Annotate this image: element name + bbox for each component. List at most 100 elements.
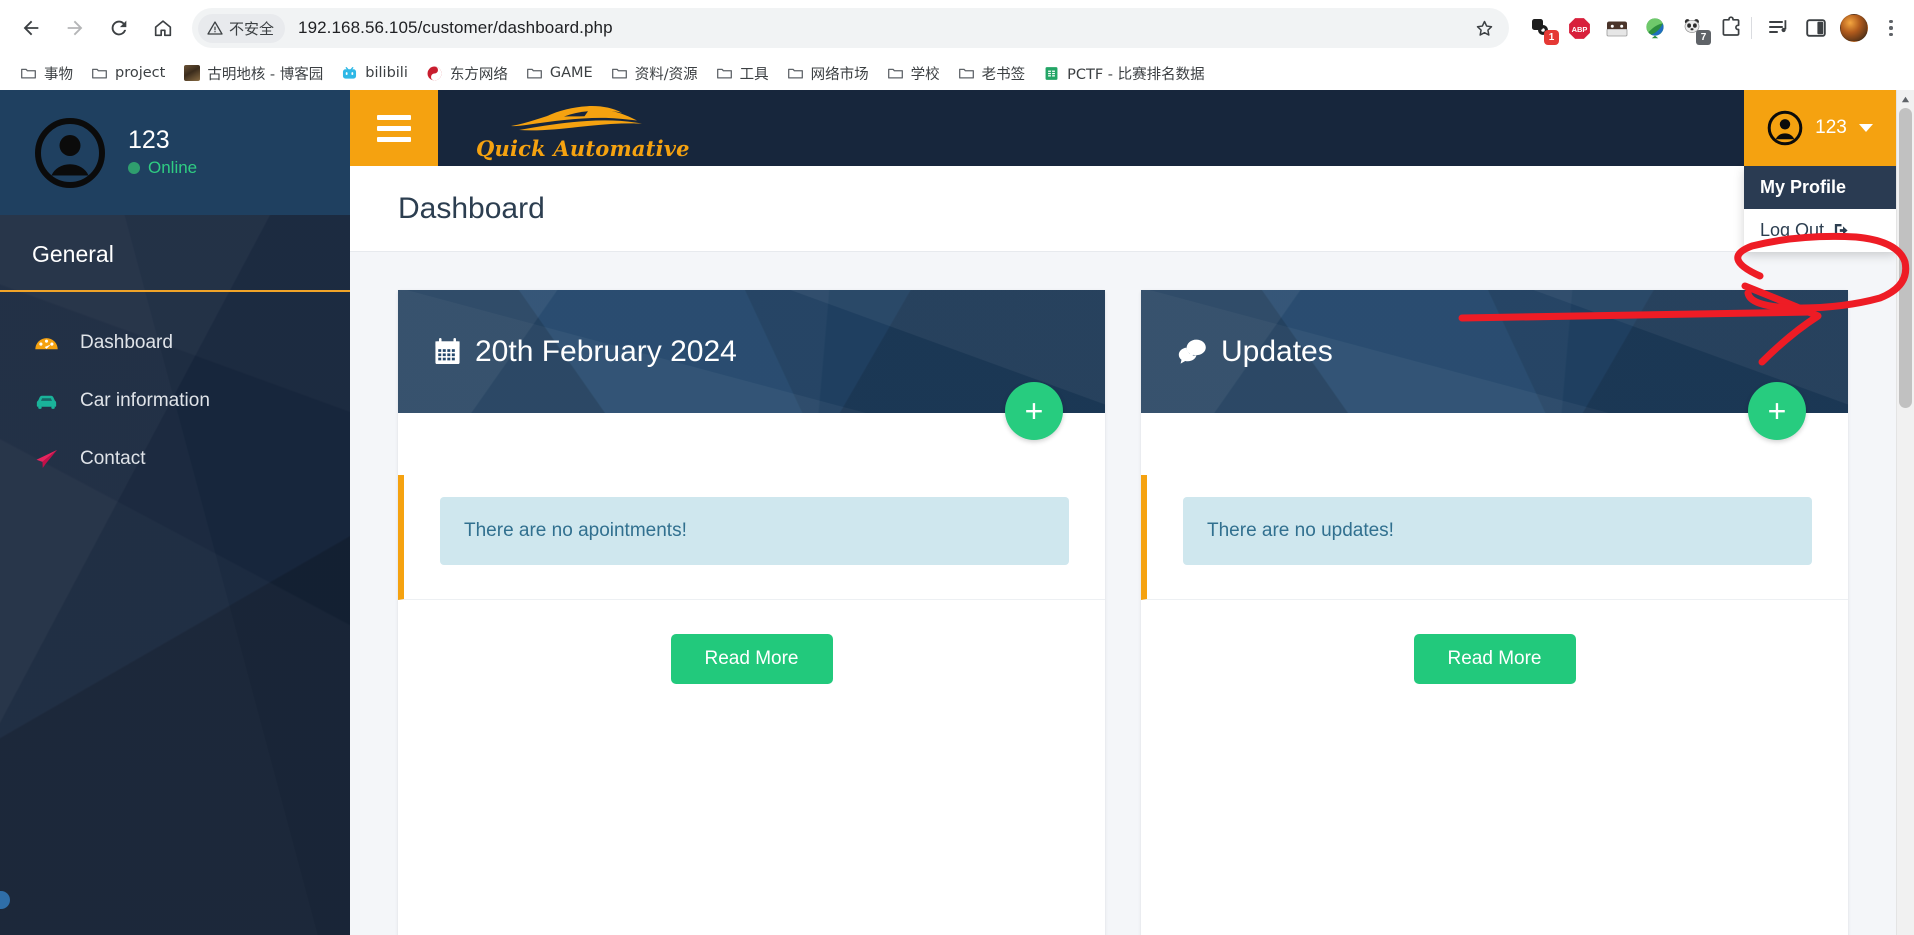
sidebar-menu: Dashboard Car information: [0, 292, 350, 488]
site-security-chip[interactable]: 不安全: [198, 14, 285, 43]
sidebar-item-car-information[interactable]: Car information: [0, 372, 350, 430]
tachometer-icon: [32, 329, 60, 357]
bookmark-item[interactable]: 事物: [12, 59, 81, 88]
add-update-button[interactable]: +: [1748, 382, 1806, 440]
security-label: 不安全: [229, 18, 274, 39]
reload-icon: [108, 17, 130, 39]
bookmark-item[interactable]: 网络市场: [779, 59, 877, 88]
sidebar-item-label: Dashboard: [80, 332, 173, 354]
sidebar-user-status-label: Online: [148, 158, 197, 178]
menu-item-log-out[interactable]: Log Out: [1744, 209, 1896, 252]
star-icon: [1474, 18, 1495, 39]
bookmark-item[interactable]: PCTF - 比赛排名数据: [1035, 59, 1213, 88]
add-appointment-button[interactable]: +: [1005, 382, 1063, 440]
home-button[interactable]: [142, 7, 184, 49]
card-title-text: Updates: [1221, 335, 1333, 369]
card-footer: Read More: [1141, 600, 1848, 724]
sidebar-user-panel[interactable]: 123 Online: [0, 90, 350, 215]
incognito-mask-icon[interactable]: [1603, 14, 1631, 42]
folder-icon: [958, 65, 975, 82]
page-title: Dashboard: [398, 192, 545, 226]
bookmark-item[interactable]: 老书签: [950, 59, 1034, 88]
sidebar-item-label: Car information: [80, 390, 210, 412]
empty-updates-alert: There are no updates!: [1183, 497, 1812, 565]
side-panel-icon[interactable]: [1802, 14, 1830, 42]
user-dropdown-menu: My Profile Log Out: [1744, 166, 1896, 252]
menu-item-my-profile[interactable]: My Profile: [1744, 166, 1896, 209]
bookmark-label: PCTF - 比赛排名数据: [1067, 63, 1205, 84]
bookmark-item[interactable]: 东方网络: [418, 59, 516, 88]
plus-icon: +: [1025, 395, 1044, 427]
folder-icon: [20, 65, 37, 82]
adblock-octagon-icon: ABP: [1567, 16, 1592, 41]
card-footer: Read More: [398, 600, 1105, 724]
clipboard-extension-icon[interactable]: 1: [1527, 14, 1555, 42]
internet-download-manager-icon[interactable]: [1641, 14, 1669, 42]
extensions-area: 1 ABP: [1521, 14, 1745, 42]
bookmark-item[interactable]: 古明地核 - 博客园: [175, 59, 331, 88]
adblock-plus-icon[interactable]: ABP: [1565, 14, 1593, 42]
sidebar-user-status: Online: [128, 158, 197, 178]
read-more-button[interactable]: Read More: [1414, 634, 1576, 684]
bookmark-label: 老书签: [982, 63, 1026, 84]
card-header: Updates: [1141, 290, 1848, 413]
toolbar-divider: [1751, 17, 1752, 39]
extension-badge: 1: [1544, 30, 1559, 45]
sidebar-toggle-button[interactable]: [350, 90, 438, 166]
avatar: [34, 117, 106, 189]
user-menu-button[interactable]: 123: [1744, 90, 1896, 166]
svg-text:ABP: ABP: [1571, 25, 1587, 34]
sidebar-section-title: General: [32, 241, 350, 268]
url-text[interactable]: 192.168.56.105/customer/dashboard.php: [285, 18, 1467, 38]
reload-button[interactable]: [98, 7, 140, 49]
bookmark-item[interactable]: project: [83, 61, 173, 86]
folder-icon: [611, 65, 628, 82]
profile-avatar-icon[interactable]: [1840, 14, 1868, 42]
card-body: There are no updates!: [1141, 475, 1848, 600]
idm-globe-icon: [1643, 16, 1667, 40]
bookmark-item[interactable]: 工具: [708, 59, 777, 88]
sign-out-icon: [1832, 221, 1851, 240]
bookmark-label: GAME: [550, 65, 593, 81]
address-bar[interactable]: 不安全 192.168.56.105/customer/dashboard.ph…: [192, 8, 1509, 48]
forward-button[interactable]: [54, 7, 96, 49]
folder-icon: [716, 65, 733, 82]
folder-icon: [526, 65, 543, 82]
card-title: Updates: [1177, 335, 1333, 369]
bookmark-item[interactable]: 资料/资源: [603, 59, 706, 88]
calendar-icon: [434, 337, 461, 366]
menu-item-label: My Profile: [1760, 177, 1846, 198]
bookmark-item[interactable]: GAME: [518, 61, 601, 86]
panda-helper-icon[interactable]: 7: [1679, 14, 1707, 42]
bookmark-item[interactable]: 学校: [879, 59, 948, 88]
user-circle-icon: [1767, 110, 1803, 146]
updates-card: Updates + There are no updates! Read Mor…: [1141, 290, 1848, 935]
scroll-up-button[interactable]: [1897, 90, 1914, 108]
appointments-card: 20th February 2024 + There are no apoint…: [398, 290, 1105, 935]
folder-icon: [91, 65, 108, 82]
brand-name: Quick Automative: [476, 136, 690, 161]
home-icon: [152, 17, 174, 39]
sidebar-item-contact[interactable]: Contact: [0, 430, 350, 488]
brand-logo-area[interactable]: Quick Automative: [438, 90, 690, 166]
empty-appointments-alert: There are no apointments!: [440, 497, 1069, 565]
hamburger-icon: [377, 126, 411, 131]
chrome-menu-kebab-icon[interactable]: [1878, 20, 1904, 37]
back-button[interactable]: [10, 7, 52, 49]
dashboard-cards: 20th February 2024 + There are no apoint…: [350, 252, 1896, 935]
menu-item-label: Log Out: [1760, 220, 1824, 241]
user-circle-icon: [34, 117, 106, 189]
bookmark-label: 事物: [44, 63, 73, 84]
media-playlist-icon[interactable]: [1764, 14, 1792, 42]
bookmark-star-button[interactable]: [1467, 11, 1501, 45]
topbar: Quick Automative 123 My Profile Log Ou: [350, 90, 1896, 166]
page-scrollbar[interactable]: [1896, 90, 1914, 935]
scrollbar-thumb[interactable]: [1899, 108, 1912, 408]
bookmark-item[interactable]: bilibili: [333, 61, 416, 86]
user-menu-name: 123: [1815, 117, 1847, 139]
bookmark-label: bilibili: [365, 65, 408, 81]
sidebar-item-dashboard[interactable]: Dashboard: [0, 314, 350, 372]
playlist-music-icon: [1766, 16, 1790, 40]
extensions-puzzle-icon[interactable]: [1717, 14, 1745, 42]
read-more-button[interactable]: Read More: [671, 634, 833, 684]
